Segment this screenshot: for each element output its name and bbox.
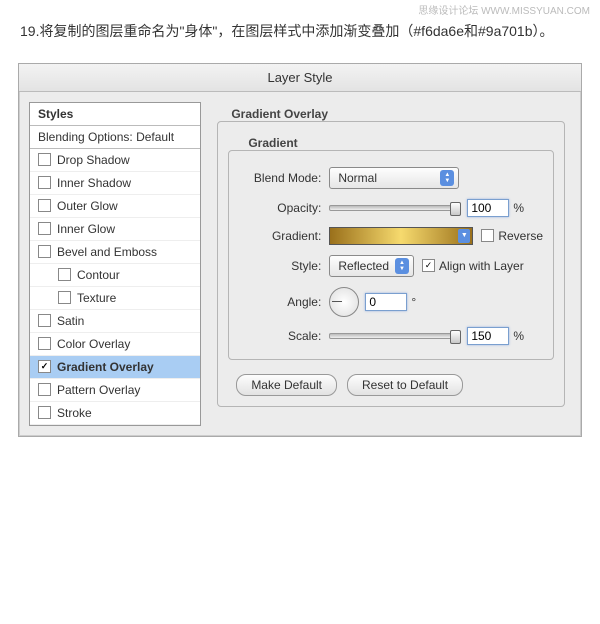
gradient-swatch[interactable]: ▼ xyxy=(329,227,473,245)
scale-label: Scale: xyxy=(239,329,329,343)
style-value: Reflected xyxy=(338,259,389,273)
style-item-label: Texture xyxy=(77,291,116,305)
opacity-input[interactable] xyxy=(467,199,509,217)
layer-style-dialog: Layer Style Styles Blending Options: Def… xyxy=(18,63,582,437)
angle-unit: ° xyxy=(411,295,416,309)
style-item-bevel-and-emboss[interactable]: Bevel and Emboss xyxy=(30,241,200,264)
style-checkbox[interactable] xyxy=(38,245,51,258)
style-checkbox[interactable] xyxy=(38,406,51,419)
style-item-drop-shadow[interactable]: Drop Shadow xyxy=(30,149,200,172)
dialog-title: Layer Style xyxy=(19,64,581,92)
chevron-down-icon: ▼ xyxy=(458,229,470,243)
style-checkbox[interactable] xyxy=(38,383,51,396)
style-item-pattern-overlay[interactable]: Pattern Overlay xyxy=(30,379,200,402)
styles-header[interactable]: Styles xyxy=(30,103,200,126)
style-item-label: Contour xyxy=(77,268,120,282)
gradient-overlay-panel: Gradient Overlay Gradient Blend Mode: No… xyxy=(211,102,571,426)
reverse-checkbox[interactable] xyxy=(481,229,494,242)
style-item-label: Pattern Overlay xyxy=(57,383,140,397)
style-item-label: Inner Shadow xyxy=(57,176,131,190)
style-checkbox[interactable] xyxy=(38,360,51,373)
make-default-button[interactable]: Make Default xyxy=(236,374,337,396)
style-item-label: Inner Glow xyxy=(57,222,115,236)
style-dropdown[interactable]: Reflected ▲▼ xyxy=(329,255,414,277)
style-item-texture[interactable]: Texture xyxy=(30,287,200,310)
blend-mode-value: Normal xyxy=(338,171,377,185)
dropdown-arrows-icon: ▲▼ xyxy=(395,258,409,274)
reset-default-button[interactable]: Reset to Default xyxy=(347,374,463,396)
dropdown-arrows-icon: ▲▼ xyxy=(440,170,454,186)
scale-unit: % xyxy=(513,329,524,343)
style-item-label: Drop Shadow xyxy=(57,153,130,167)
style-item-label: Bevel and Emboss xyxy=(57,245,157,259)
opacity-slider[interactable] xyxy=(329,205,461,211)
style-item-label: Outer Glow xyxy=(57,199,118,213)
style-checkbox[interactable] xyxy=(38,153,51,166)
scale-slider[interactable] xyxy=(329,333,461,339)
style-item-stroke[interactable]: Stroke xyxy=(30,402,200,425)
style-item-label: Satin xyxy=(57,314,84,328)
angle-wheel[interactable] xyxy=(329,287,359,317)
style-checkbox[interactable] xyxy=(38,176,51,189)
style-checkbox[interactable] xyxy=(38,314,51,327)
opacity-label: Opacity: xyxy=(239,201,329,215)
style-checkbox[interactable] xyxy=(38,337,51,350)
slider-thumb[interactable] xyxy=(450,202,461,216)
style-item-contour[interactable]: Contour xyxy=(30,264,200,287)
style-item-satin[interactable]: Satin xyxy=(30,310,200,333)
style-item-inner-shadow[interactable]: Inner Shadow xyxy=(30,172,200,195)
style-label: Style: xyxy=(239,259,329,273)
angle-label: Angle: xyxy=(239,295,329,309)
style-checkbox[interactable] xyxy=(38,222,51,235)
scale-input[interactable] xyxy=(467,327,509,345)
align-label: Align with Layer xyxy=(439,259,524,273)
style-item-inner-glow[interactable]: Inner Glow xyxy=(30,218,200,241)
section-title: Gradient Overlay xyxy=(227,107,332,121)
style-item-label: Gradient Overlay xyxy=(57,360,154,374)
slider-thumb[interactable] xyxy=(450,330,461,344)
blending-options[interactable]: Blending Options: Default xyxy=(30,126,200,149)
style-item-label: Stroke xyxy=(57,406,92,420)
style-item-gradient-overlay[interactable]: Gradient Overlay xyxy=(30,356,200,379)
reverse-label: Reverse xyxy=(498,229,543,243)
style-checkbox[interactable] xyxy=(38,199,51,212)
angle-input[interactable] xyxy=(365,293,407,311)
blend-mode-dropdown[interactable]: Normal ▲▼ xyxy=(329,167,459,189)
opacity-unit: % xyxy=(513,201,524,215)
styles-panel: Styles Blending Options: Default Drop Sh… xyxy=(29,102,201,426)
style-item-label: Color Overlay xyxy=(57,337,130,351)
style-item-outer-glow[interactable]: Outer Glow xyxy=(30,195,200,218)
watermark: 思缘设计论坛 WWW.MISSYUAN.COM xyxy=(418,2,590,17)
style-checkbox[interactable] xyxy=(58,268,71,281)
gradient-label: Gradient: xyxy=(239,229,329,243)
style-checkbox[interactable] xyxy=(58,291,71,304)
align-checkbox[interactable] xyxy=(422,259,435,272)
style-item-color-overlay[interactable]: Color Overlay xyxy=(30,333,200,356)
inner-title: Gradient xyxy=(244,136,301,150)
blend-mode-label: Blend Mode: xyxy=(239,171,329,185)
